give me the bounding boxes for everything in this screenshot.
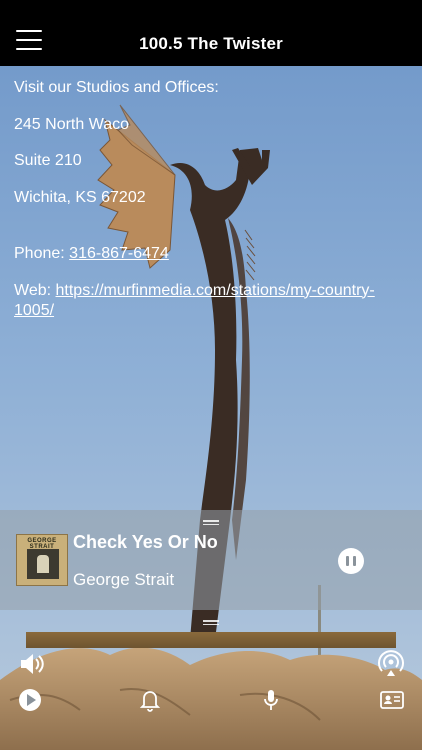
pause-icon [346,556,349,566]
address-line-3: Wichita, KS 67202 [14,188,146,206]
progress-bar[interactable] [26,632,396,648]
phone-row: Phone: 316-867-6474 [14,244,414,264]
drag-handle-icon[interactable] [203,620,219,626]
web-label: Web: [14,281,52,299]
web-row: Web: https://murfinmedia.com/stations/my… [14,281,414,321]
microphone-icon[interactable] [257,686,285,714]
page-title: 100.5 The Twister [139,34,283,53]
address-line-1: 245 North Waco [14,115,130,133]
album-art: GEORGE STRAIT [16,534,68,586]
album-art-label: GEORGE STRAIT [27,538,57,550]
play-circle-icon[interactable] [16,686,44,714]
phone-link[interactable]: 316-867-6474 [69,245,169,262]
speaker-volume-icon[interactable] [18,650,46,678]
contact-card-icon[interactable] [378,686,406,714]
airplay-broadcast-icon[interactable] [377,650,405,678]
address-line-2: Suite 210 [14,152,82,169]
song-title: Check Yes Or No [73,532,218,552]
app-header: 100.5 The Twister [0,0,422,66]
drag-handle-icon[interactable] [203,520,219,526]
bell-icon[interactable] [136,686,164,714]
now-playing-panel[interactable]: GEORGE STRAIT Check Yes Or No George Str… [0,510,422,610]
web-link[interactable]: https://murfinmedia.com/stations/my-coun… [14,282,375,319]
pause-button[interactable] [338,548,364,574]
phone-label: Phone: [14,245,65,262]
artist-name: George Strait [73,570,175,589]
info-intro: Visit our Studios and Offices: [14,79,219,96]
station-info: Visit our Studios and Offices: 245 North… [14,78,414,337]
